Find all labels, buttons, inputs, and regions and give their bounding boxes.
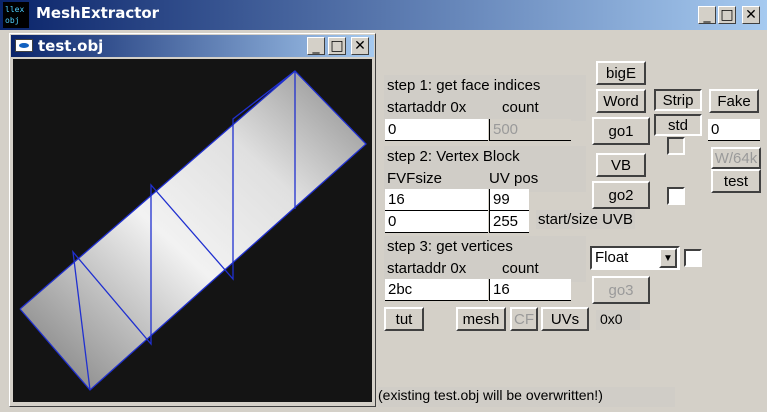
mesh-surface [20, 71, 366, 390]
step2-fvf-label: FVFsize [387, 170, 443, 187]
tut-button[interactable]: tut [384, 307, 424, 331]
big-endian-button[interactable]: bigE [596, 61, 646, 85]
obj-file-icon [15, 39, 33, 52]
std-button[interactable]: std [654, 114, 702, 136]
close-icon: ✕ [354, 38, 366, 54]
word-button[interactable]: Word [596, 89, 646, 113]
format-selected-value: Float [595, 249, 629, 266]
go3-button: go3 [592, 276, 650, 304]
test-button[interactable]: test [711, 169, 761, 193]
std-checkbox[interactable] [667, 137, 685, 155]
close-icon: ✕ [745, 7, 757, 23]
start-size-uvb-label: start/size UVB [536, 210, 636, 229]
uvs-button[interactable]: UVs [541, 307, 589, 331]
step1-startaddr-input[interactable]: 0 [385, 119, 488, 141]
step1-startaddr-label: startaddr 0x [387, 99, 467, 116]
step2-uvpos-label: UV pos [489, 170, 539, 187]
maximize-button[interactable]: □ [718, 6, 736, 24]
app-title: MeshExtractor [36, 4, 160, 22]
mesh-button[interactable]: mesh [456, 307, 506, 331]
uv-pos-input[interactable]: 99 [489, 189, 529, 211]
chevron-down-icon[interactable]: ▼ [659, 248, 677, 268]
fake-button[interactable]: Fake [709, 89, 759, 113]
child-maximize-button[interactable]: □ [328, 37, 346, 55]
go2-button[interactable]: go2 [592, 181, 650, 209]
minimize-icon: _ [312, 38, 320, 54]
vb-button[interactable]: VB [596, 153, 646, 177]
fvf-size-input[interactable]: 16 [385, 189, 488, 211]
step3-title: step 3: get vertices [387, 238, 513, 255]
uvb-start-input[interactable]: 0 [385, 211, 488, 233]
child-close-button[interactable]: ✕ [351, 37, 369, 55]
status-message: (existing test.obj will be overwritten!) [378, 387, 675, 407]
step1-count-input: 500 [489, 119, 571, 141]
strip-button[interactable]: Strip [654, 89, 702, 111]
step3-startaddr-label: startaddr 0x [387, 260, 467, 277]
step3-count-label: count [502, 260, 539, 277]
minimize-icon: _ [703, 7, 711, 23]
close-button[interactable]: ✕ [742, 6, 760, 24]
step1-count-label: count [502, 99, 539, 116]
app-icon: llex obj [3, 2, 29, 28]
cf-button: CF [510, 307, 538, 331]
go1-button[interactable]: go1 [592, 117, 650, 145]
child-title: test.obj [38, 37, 104, 55]
mesh-render [19, 70, 367, 391]
dimensions-readout: 0x0 [596, 310, 640, 330]
step3-count-input[interactable]: 16 [489, 279, 571, 301]
mesh-viewport[interactable] [13, 59, 372, 402]
child-minimize-button[interactable]: _ [307, 37, 325, 55]
uvb-size-input[interactable]: 255 [489, 211, 529, 233]
step3-startaddr-input[interactable]: 2bc [385, 279, 488, 301]
step2-title: step 2: Vertex Block [387, 148, 520, 165]
maximize-icon: □ [720, 7, 734, 23]
go2-checkbox[interactable] [667, 187, 685, 205]
step1-title: step 1: get face indices [387, 77, 541, 94]
maximize-icon: □ [330, 38, 344, 54]
format-checkbox[interactable] [684, 249, 702, 267]
fake-value-input[interactable]: 0 [708, 119, 760, 141]
w64k-button: W/64k [711, 147, 761, 169]
minimize-button[interactable]: _ [698, 6, 716, 24]
